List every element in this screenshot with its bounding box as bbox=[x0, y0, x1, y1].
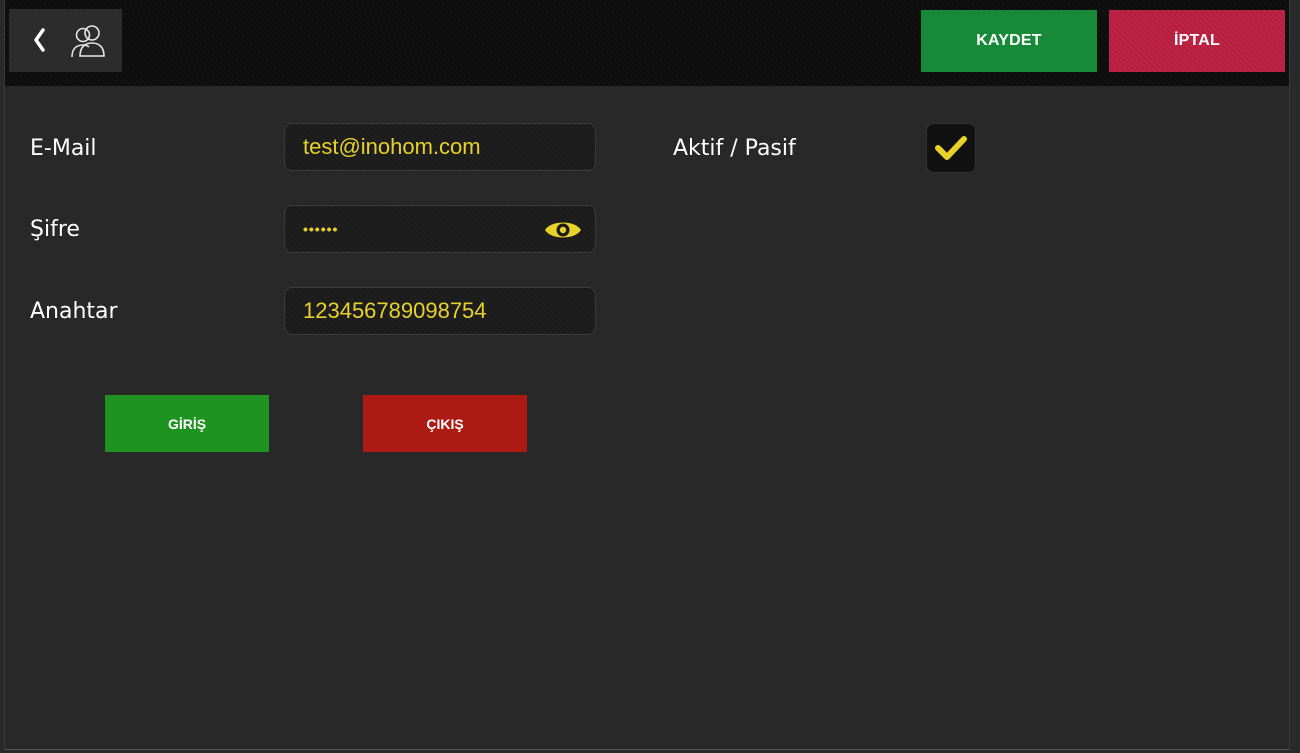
users-icon[interactable] bbox=[67, 23, 111, 59]
email-field-container bbox=[284, 123, 596, 171]
password-field[interactable]: •••••• bbox=[284, 205, 596, 253]
password-label: Şifre bbox=[30, 217, 80, 242]
key-label: Anahtar bbox=[30, 299, 118, 324]
save-button[interactable]: KAYDET bbox=[921, 10, 1097, 72]
cancel-button[interactable]: İPTAL bbox=[1109, 10, 1285, 72]
nav-box bbox=[9, 9, 122, 72]
top-bar: KAYDET İPTAL bbox=[5, 0, 1289, 86]
key-field-container bbox=[284, 287, 596, 335]
app-window: KAYDET İPTAL E-Mail Şifre •••••• Anahtar… bbox=[4, 0, 1290, 750]
email-input[interactable] bbox=[303, 134, 543, 160]
logout-button[interactable]: ÇIKIŞ bbox=[363, 395, 527, 452]
checkmark-icon bbox=[935, 136, 967, 160]
password-masked-value: •••••• bbox=[303, 221, 339, 237]
active-checkbox[interactable] bbox=[926, 123, 976, 173]
key-input[interactable] bbox=[303, 298, 543, 324]
eye-icon[interactable] bbox=[543, 217, 583, 243]
chevron-left-icon[interactable] bbox=[29, 23, 49, 57]
email-label: E-Mail bbox=[30, 136, 97, 161]
login-button[interactable]: GİRİŞ bbox=[105, 395, 269, 452]
active-label: Aktif / Pasif bbox=[673, 136, 796, 161]
